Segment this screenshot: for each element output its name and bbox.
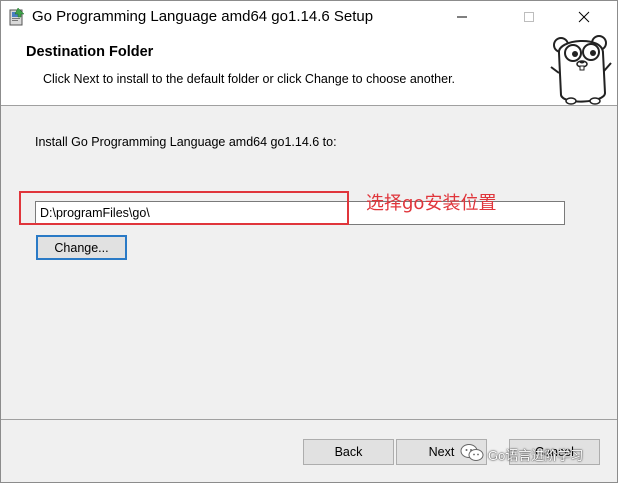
maximize-icon	[506, 1, 552, 33]
annotation-text: 选择go安装位置	[366, 193, 497, 214]
gopher-mascot-icon	[547, 33, 615, 107]
change-button[interactable]: Change...	[36, 235, 127, 260]
header-banner: Destination Folder Click Next to install…	[1, 33, 617, 106]
page-description: Click Next to install to the default fol…	[43, 72, 456, 86]
install-location-label: Install Go Programming Language amd64 go…	[35, 135, 337, 149]
installer-icon	[9, 7, 25, 26]
title-bar[interactable]: Go Programming Language amd64 go1.14.6 S…	[1, 1, 617, 33]
watermark-text: Go语言进阶学习	[488, 448, 584, 463]
setup-window: Go Programming Language amd64 go1.14.6 S…	[0, 0, 618, 483]
footer-divider	[1, 419, 617, 420]
minimize-icon[interactable]	[439, 1, 485, 33]
back-button[interactable]: Back	[303, 439, 394, 465]
window-title: Go Programming Language amd64 go1.14.6 S…	[32, 8, 374, 25]
close-icon[interactable]	[561, 1, 607, 33]
watermark: Go语言进阶学习	[460, 443, 583, 466]
page-title: Destination Folder	[26, 44, 154, 60]
wechat-icon	[460, 443, 484, 466]
